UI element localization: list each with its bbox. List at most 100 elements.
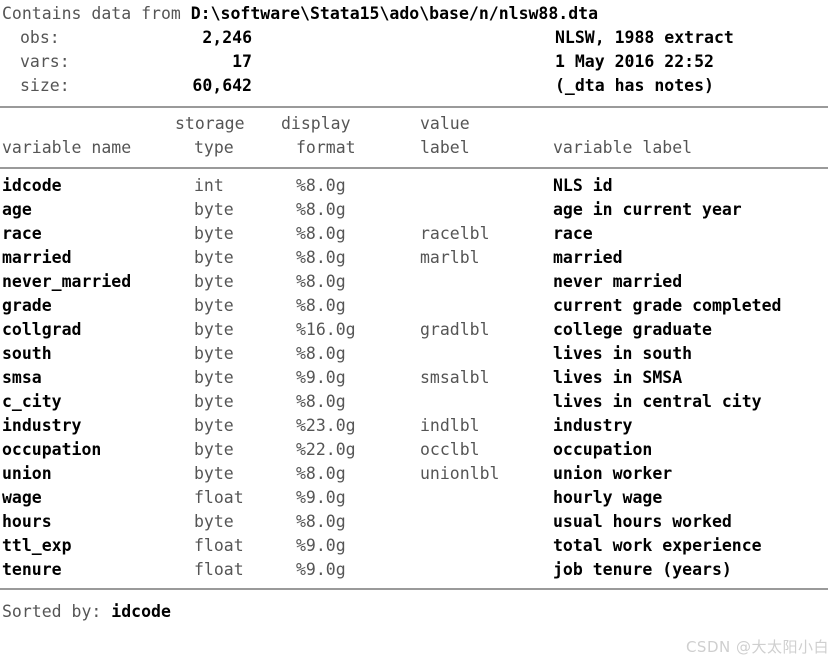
display-format: %22.0g (296, 440, 356, 459)
variable-label: job tenure (years) (553, 560, 732, 579)
storage-type: byte (194, 224, 234, 243)
variable-label: hourly wage (553, 488, 663, 507)
storage-type: float (194, 536, 244, 555)
display-format: %9.0g (296, 368, 346, 387)
vars-label: vars: (20, 52, 70, 71)
column-header-variable-name: variable name (2, 138, 132, 157)
column-header-label: label (420, 138, 470, 157)
variable-name: never_married (2, 272, 132, 291)
display-format: %9.0g (296, 536, 346, 555)
variable-name: union (2, 464, 52, 483)
variable-label: NLS id (553, 176, 613, 195)
value-label: racelbl (420, 224, 490, 243)
table-row: collgrad byte %16.0g gradlbl college graduat… (0, 318, 839, 342)
storage-type: byte (194, 512, 234, 531)
variable-name: married (2, 248, 72, 267)
storage-type: byte (194, 392, 234, 411)
variable-name: industry (2, 416, 82, 435)
size-label: size: (20, 76, 70, 95)
table-row: south byte %8.0g lives in south (0, 342, 839, 366)
table-row: age byte %8.0g age in current year (0, 198, 839, 222)
variable-label: lives in central city (553, 392, 762, 411)
sorted-by-line: Sorted by: idcode (0, 590, 839, 624)
size-value: 60,642 (192, 76, 252, 95)
storage-type: byte (194, 440, 234, 459)
value-label: smsalbl (420, 368, 490, 387)
display-format: %16.0g (296, 320, 356, 339)
display-format: %8.0g (296, 248, 346, 267)
table-row: industry byte %23.0g indlbl industry (0, 414, 839, 438)
variable-name: hours (2, 512, 52, 531)
obs-row: obs: 2,246 NLSW, 1988 extract (2, 26, 839, 50)
variable-label: age in current year (553, 200, 742, 219)
variable-label: college graduate (553, 320, 712, 339)
variable-label: occupation (553, 440, 653, 459)
variable-label: never married (553, 272, 683, 291)
dataset-timestamp: 1 May 2016 22:52 (555, 52, 714, 71)
display-format: %8.0g (296, 200, 346, 219)
storage-type: byte (194, 296, 234, 315)
value-label: gradlbl (420, 320, 490, 339)
storage-type: byte (194, 344, 234, 363)
table-row: never_married byte %8.0g never married (0, 270, 839, 294)
stata-describe-output: Contains data from D:\software\Stata15\a… (0, 0, 839, 669)
storage-type: float (194, 560, 244, 579)
variable-name: age (2, 200, 32, 219)
column-header-storage: storage (175, 114, 245, 133)
value-label: indlbl (420, 416, 480, 435)
variable-label: married (553, 248, 623, 267)
variable-label: lives in SMSA (553, 368, 683, 387)
dataset-file-path: D:\software\Stata15\ado\base/n/nlsw88.dt… (190, 4, 599, 23)
variable-label: industry (553, 416, 633, 435)
column-header-variable-label: variable label (553, 138, 693, 157)
dataset-notes: (_dta has notes) (555, 76, 714, 95)
table-row: union byte %8.0g unionlbl union worker (0, 462, 839, 486)
storage-type: float (194, 488, 244, 507)
value-label: occlbl (420, 440, 480, 459)
display-format: %8.0g (296, 344, 346, 363)
display-format: %8.0g (296, 464, 346, 483)
obs-label: obs: (20, 28, 60, 47)
storage-type: byte (194, 272, 234, 291)
column-header-value: value (420, 114, 470, 133)
display-format: %23.0g (296, 416, 356, 435)
variable-name: idcode (2, 176, 62, 195)
table-row: grade byte %8.0g current grade completed (0, 294, 839, 318)
variable-name: south (2, 344, 52, 363)
variable-list: idcode int %8.0g NLS id age byte %8.0g age in c… (0, 169, 839, 582)
table-row: occupation byte %22.0g occlbl occupation (0, 438, 839, 462)
contains-data-line: Contains data from D:\software\Stata15\a… (2, 2, 839, 26)
table-row: idcode int %8.0g NLS id (0, 174, 839, 198)
variable-label: race (553, 224, 593, 243)
storage-type: byte (194, 368, 234, 387)
table-row: ttl_exp float %9.0g total work experience (0, 534, 839, 558)
storage-type: byte (194, 200, 234, 219)
table-row: c_city byte %8.0g lives in central city (0, 390, 839, 414)
size-row: size: 60,642 (_dta has notes) (2, 74, 839, 98)
display-format: %9.0g (296, 488, 346, 507)
display-format: %8.0g (296, 392, 346, 411)
table-row: tenure float %9.0g job tenure (years) (0, 558, 839, 582)
variable-name: tenure (2, 560, 62, 579)
variable-label: lives in south (553, 344, 693, 363)
variable-name: occupation (2, 440, 102, 459)
sorted-by-value: idcode (111, 602, 171, 621)
vars-value: 17 (232, 52, 252, 71)
storage-type: byte (194, 320, 234, 339)
variable-name: collgrad (2, 320, 82, 339)
dataset-label: NLSW, 1988 extract (555, 28, 734, 47)
storage-type: byte (194, 464, 234, 483)
display-format: %8.0g (296, 224, 346, 243)
table-row: wage float %9.0g hourly wage (0, 486, 839, 510)
variable-name: smsa (2, 368, 42, 387)
variable-name: wage (2, 488, 42, 507)
variable-label: union worker (553, 464, 673, 483)
display-format: %8.0g (296, 296, 346, 315)
storage-type: byte (194, 248, 234, 267)
value-label: unionlbl (420, 464, 500, 483)
table-row: hours byte %8.0g usual hours worked (0, 510, 839, 534)
variable-label: current grade completed (553, 296, 782, 315)
variable-name: ttl_exp (2, 536, 72, 555)
column-header-format: format (296, 138, 356, 157)
display-format: %8.0g (296, 512, 346, 531)
